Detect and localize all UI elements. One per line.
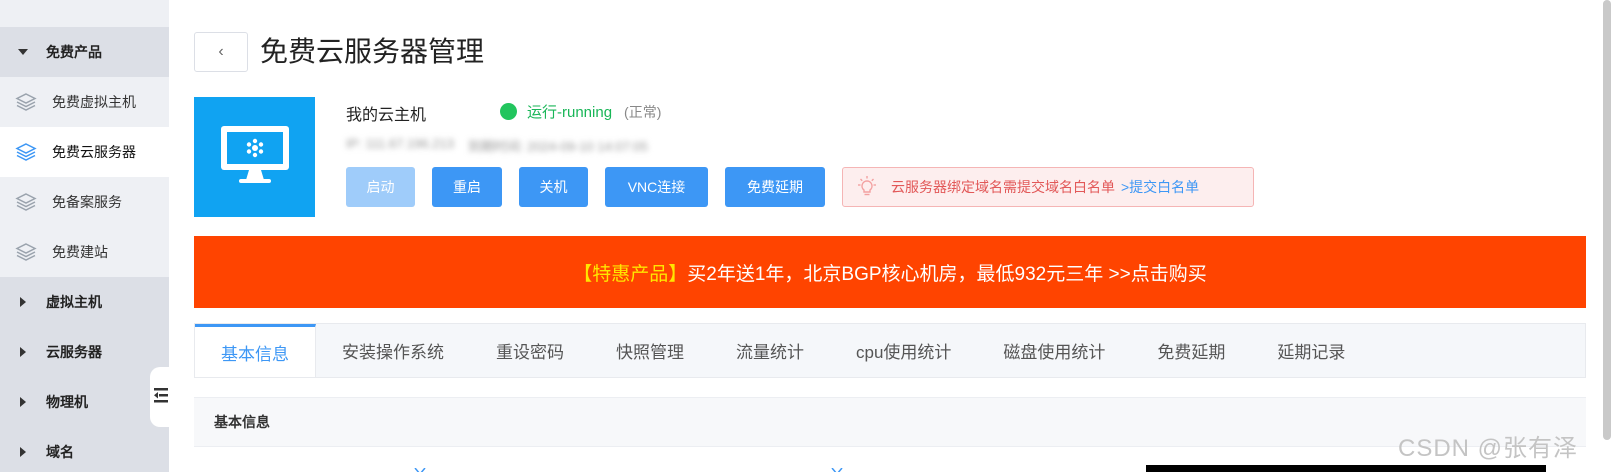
server-name: 我的云主机 xyxy=(346,107,427,124)
sidebar-item-free-cloud-server[interactable]: 免费云服务器 xyxy=(0,127,169,177)
monitor-icon xyxy=(219,124,291,191)
sidebar-item-label: 免费云服务器 xyxy=(52,144,136,160)
sidebar-item-free-site-builder[interactable]: 免费建站 xyxy=(0,227,169,277)
menu-fold-icon xyxy=(153,385,169,410)
free-extend-button[interactable]: 免费延期 xyxy=(725,167,825,207)
scrollbar-thumb[interactable] xyxy=(1603,0,1611,440)
tab-extend-history[interactable]: 延期记录 xyxy=(1251,324,1371,377)
page-title: 免费云服务器管理 xyxy=(260,36,485,67)
sidebar-group-virtual-host[interactable]: 虚拟主机 xyxy=(0,277,169,327)
tab-traffic-stats[interactable]: 流量统计 xyxy=(710,324,830,377)
sidebar-group-free-products[interactable]: 免费产品 xyxy=(0,27,169,77)
console-preview-edge xyxy=(1146,465,1546,472)
sidebar-group-label: 域名 xyxy=(46,444,74,460)
caret-right-icon xyxy=(0,446,46,458)
tab-free-extend[interactable]: 免费延期 xyxy=(1131,324,1251,377)
server-ip: IP: 111.67.196.213 xyxy=(346,136,454,151)
layers-icon xyxy=(0,92,52,112)
section-header: 基本信息 xyxy=(194,397,1586,447)
status-dot-icon xyxy=(500,103,517,120)
promo-text: 买2年送1年，北京BGP核心机房，最低932元三年 >>点击购买 xyxy=(687,263,1207,285)
server-meta-redacted: IP: 111.67.196.213 到期时间: 2024-09-10 14:0… xyxy=(346,136,648,155)
server-expire: 到期时间: 2024-09-10 14:07:05 xyxy=(467,139,648,154)
server-status: 运行-running (正常) xyxy=(500,101,661,122)
sidebar-item-label: 免备案服务 xyxy=(52,194,122,210)
vnc-connect-button[interactable]: VNC连接 xyxy=(605,167,708,207)
layers-icon xyxy=(0,142,52,162)
sidebar-group-label: 云服务器 xyxy=(46,344,102,360)
sidebar: 免费产品 免费虚拟主机 免费云服务器 免备案服务 免费建站 虚拟主机 云服务器 … xyxy=(0,0,169,472)
sidebar-group-label: 免费产品 xyxy=(46,44,102,60)
server-thumbnail xyxy=(194,97,315,217)
sidebar-group-label: 虚拟主机 xyxy=(46,294,102,310)
shutdown-button[interactable]: 关机 xyxy=(519,167,588,207)
sidebar-group-cloud-server[interactable]: 云服务器 xyxy=(0,327,169,377)
layers-icon xyxy=(0,242,52,262)
promo-tag: 【特惠产品】 xyxy=(573,263,688,285)
layers-icon xyxy=(0,192,52,212)
tab-install-os[interactable]: 安装操作系统 xyxy=(316,324,470,377)
caret-right-icon xyxy=(0,296,46,308)
tab-snapshots[interactable]: 快照管理 xyxy=(590,324,710,377)
tab-disk-stats[interactable]: 磁盘使用统计 xyxy=(977,324,1131,377)
sidebar-item-label: 免费建站 xyxy=(52,244,108,260)
tab-cpu-stats[interactable]: cpu使用统计 xyxy=(830,324,977,377)
sidebar-item-no-record-service[interactable]: 免备案服务 xyxy=(0,177,169,227)
submit-whitelist-link[interactable]: >提交白名单 xyxy=(1121,177,1199,197)
caret-right-icon xyxy=(0,396,46,408)
sidebar-group-domain[interactable]: 域名 xyxy=(0,427,169,472)
status-note: (正常) xyxy=(624,103,662,120)
chevron-left-icon: ‹ xyxy=(218,43,224,60)
tab-bar: 基本信息 安装操作系统 重设密码 快照管理 流量统计 cpu使用统计 磁盘使用统… xyxy=(194,323,1586,378)
notice-message: 云服务器绑定域名需提交域名白名单 xyxy=(891,179,1115,195)
sidebar-group-physical-machine[interactable]: 物理机 xyxy=(0,377,169,427)
tab-reset-password[interactable]: 重设密码 xyxy=(470,324,590,377)
section-title: 基本信息 xyxy=(214,414,270,430)
promo-banner[interactable]: 【特惠产品】 买2年送1年，北京BGP核心机房，最低932元三年 >>点击购买 xyxy=(194,236,1586,308)
caret-down-icon xyxy=(0,48,46,56)
restart-button[interactable]: 重启 xyxy=(432,167,502,207)
caret-right-icon xyxy=(0,346,46,358)
sidebar-group-label: 物理机 xyxy=(46,394,88,410)
sidebar-item-free-vhost[interactable]: 免费虚拟主机 xyxy=(0,77,169,127)
sidebar-item-label: 免费虚拟主机 xyxy=(52,94,136,110)
sidebar-collapse-toggle[interactable] xyxy=(150,367,172,427)
tab-basic-info[interactable]: 基本信息 xyxy=(195,324,316,377)
back-button[interactable]: ‹ xyxy=(194,32,248,72)
cutoff-icon xyxy=(831,466,843,472)
cutoff-icon xyxy=(414,466,426,472)
start-button[interactable]: 启动 xyxy=(346,167,415,207)
status-text: 运行-running xyxy=(527,104,613,121)
lightbulb-icon xyxy=(843,175,891,199)
watermark: CSDN @张有泽 xyxy=(1398,435,1579,462)
whitelist-notice: 云服务器绑定域名需提交域名白名单 >提交白名单 xyxy=(842,167,1254,207)
